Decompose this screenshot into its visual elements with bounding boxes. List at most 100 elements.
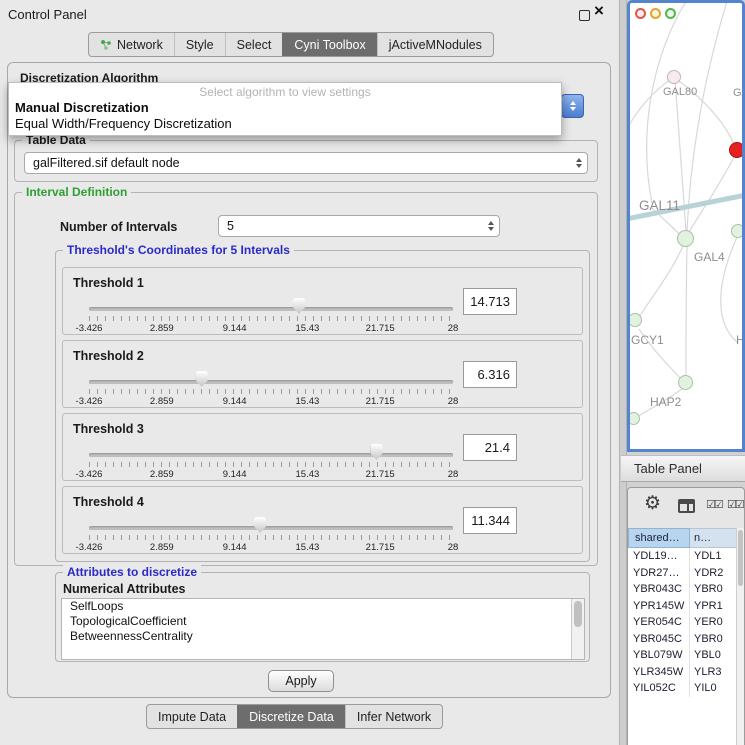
apply-button[interactable]: Apply [268,670,334,692]
scrollbar-thumb[interactable] [574,601,582,627]
cell[interactable]: YDR27… [628,565,690,582]
network-canvas[interactable]: GAL80 GA GAL11 GAL4 GCY1 HAP2 H [630,3,742,449]
slider-thumb[interactable] [293,298,306,314]
table-row[interactable]: YIL052C YIL0 [628,680,736,697]
network-node[interactable] [667,70,681,84]
table-row[interactable]: YDR27… YDR2 [628,565,736,582]
cell[interactable]: YDL1 [690,548,736,565]
tick-label: 21.715 [366,469,395,480]
cell[interactable]: YBR0 [690,581,736,598]
list-item[interactable]: TopologicalCoefficient [62,614,584,629]
select-all-columns-icon[interactable]: ☑☑ [706,498,722,511]
scrollbar-thumb[interactable] [738,530,743,586]
tab-network[interactable]: Network [89,33,174,56]
slider-thumb[interactable] [195,371,208,387]
network-node-selected-red[interactable] [729,142,742,158]
slider-ticks [89,316,453,321]
cell[interactable]: YBR0 [690,631,736,648]
cell[interactable]: YIL0 [690,680,736,697]
panel-divider[interactable] [620,0,627,745]
column-layout-icon[interactable] [678,499,695,513]
threshold-4-slider[interactable]: -3.426 2.859 9.144 15.43 21.715 28 [89,523,453,553]
table-row[interactable]: YBL079W YBL0 [628,647,736,664]
network-node-label: GCY1 [631,333,664,347]
threshold-4-label: Threshold 4 [73,495,144,509]
slider-ticks [89,535,453,540]
window-title: Control Panel [8,7,87,22]
cell[interactable]: YPR145W [628,598,690,615]
table-data-value: galFiltered.sif default node [33,156,180,170]
table-row[interactable]: YDL19… YDL1 [628,548,736,565]
table-data-combobox[interactable]: galFiltered.sif default node [24,152,588,174]
dropdown-option-manual-discretization[interactable]: Manual Discretization [9,100,561,116]
table-row[interactable]: YBR043C YBR0 [628,581,736,598]
tab-style[interactable]: Style [174,33,225,56]
table-scrollbar[interactable] [736,528,744,745]
slider-track[interactable] [89,380,453,384]
threshold-3-value-input[interactable]: 21.4 [463,434,517,461]
tick-label: 2.859 [150,396,174,407]
list-scrollbar[interactable] [571,599,584,659]
threshold-2-value-input[interactable]: 6.316 [463,361,517,388]
threshold-1-value-input[interactable]: 14.713 [463,288,517,315]
network-node-label: GA [733,87,742,99]
column-header-shared-name[interactable]: shared… [628,528,690,548]
cell[interactable]: YDL19… [628,548,690,565]
slider-track[interactable] [89,526,453,530]
slider-track[interactable] [89,453,453,457]
close-traffic-light-icon[interactable] [635,8,646,19]
table-row[interactable]: YBR045C YBR0 [628,631,736,648]
detach-icon[interactable] [579,10,590,21]
network-node-gal4[interactable] [677,230,694,247]
network-node[interactable] [731,224,742,238]
tick-label: 21.715 [366,542,395,553]
cell[interactable]: YDR2 [690,565,736,582]
cell[interactable]: YLR3 [690,664,736,681]
threshold-3-label: Threshold 3 [73,422,144,436]
tab-infer-network[interactable]: Infer Network [345,705,442,728]
network-node-label: GAL4 [694,250,725,264]
number-of-intervals-combobox[interactable]: 5 [218,215,500,237]
tab-select[interactable]: Select [225,33,283,56]
cell[interactable]: YBL0 [690,647,736,664]
slider-track[interactable] [89,307,453,311]
select-columns-icon[interactable]: ☑☑ [727,498,743,511]
tick-label: 9.144 [223,396,247,407]
threshold-2-slider[interactable]: -3.426 2.859 9.144 15.43 21.715 28 [89,377,453,407]
tick-label: 28 [448,469,459,480]
cell[interactable]: YLR345W [628,664,690,681]
algorithm-combobox-stepper-icon[interactable] [561,94,584,118]
table-body: YDL19… YDL1 YDR27… YDR2 YBR043C YBR0 YPR… [628,548,736,745]
cell[interactable]: YBR043C [628,581,690,598]
close-icon[interactable]: × [594,1,604,21]
network-node-hap2[interactable] [678,375,693,390]
tab-discretize-data[interactable]: Discretize Data [237,705,345,728]
threshold-4-value-input[interactable]: 11.344 [463,507,517,534]
settings-gear-icon[interactable]: ⚙ [644,494,661,514]
zoom-traffic-light-icon[interactable] [665,8,676,19]
tab-cyni-toolbox[interactable]: Cyni Toolbox [282,33,376,56]
cell[interactable]: YBL079W [628,647,690,664]
minimize-traffic-light-icon[interactable] [650,8,661,19]
dropdown-hint: Select algorithm to view settings [9,85,561,100]
list-item[interactable]: BetweennessCentrality [62,629,584,644]
cell[interactable]: YIL052C [628,680,690,697]
table-row[interactable]: YPR145W YPR1 [628,598,736,615]
dropdown-option-equal-width-frequency[interactable]: Equal Width/Frequency Discretization [9,116,561,132]
tick-label: 15.43 [296,396,320,407]
tab-impute-data[interactable]: Impute Data [147,705,237,728]
cell[interactable]: YER054C [628,614,690,631]
cell[interactable]: YER0 [690,614,736,631]
table-row[interactable]: YER054C YER0 [628,614,736,631]
tick-label: 28 [448,323,459,334]
numerical-attributes-list[interactable]: SelfLoops TopologicalCoefficient Between… [61,598,585,660]
threshold-3-slider[interactable]: -3.426 2.859 9.144 15.43 21.715 28 [89,450,453,480]
slider-thumb[interactable] [254,517,267,533]
table-row[interactable]: YLR345W YLR3 [628,664,736,681]
tab-jactivemnodules[interactable]: jActiveMNodules [377,33,493,56]
list-item[interactable]: SelfLoops [62,599,584,614]
cell[interactable]: YPR1 [690,598,736,615]
slider-thumb[interactable] [370,444,383,460]
threshold-1-slider[interactable]: -3.426 2.859 9.144 15.43 21.715 28 [89,304,453,334]
cell[interactable]: YBR045C [628,631,690,648]
